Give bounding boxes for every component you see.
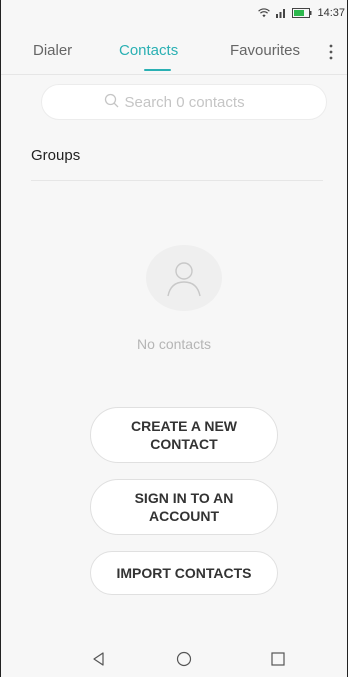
tab-favourites[interactable]: Favourites [230,42,300,59]
divider [31,180,323,181]
status-bar: 14:37 [1,0,347,26]
signal-icon [275,8,287,18]
search-bar[interactable] [41,84,327,120]
wifi-icon [258,8,271,18]
battery-icon [292,8,312,18]
create-contact-button[interactable]: CREATE A NEW CONTACT [90,407,278,463]
tab-dialer[interactable]: Dialer [33,42,72,59]
search-icon [104,93,119,112]
active-tab-indicator [144,69,171,71]
groups-item[interactable]: Groups [31,147,80,164]
more-options-icon[interactable] [325,43,337,61]
tab-contacts[interactable]: Contacts [119,42,178,59]
recent-apps-icon[interactable] [268,649,288,669]
import-contacts-button[interactable]: IMPORT CONTACTS [90,551,278,595]
tab-bar: Dialer Contacts Favourites [1,28,347,75]
back-icon[interactable] [89,649,109,669]
sign-in-account-button[interactable]: SIGN IN TO AN ACCOUNT [90,479,278,535]
status-time: 14:37 [317,7,345,19]
person-icon [146,245,222,311]
navigation-bar [1,640,347,677]
search-input[interactable] [124,93,265,111]
contacts-screen: 14:37 Dialer Contacts Favourites Groups [0,0,348,677]
home-icon[interactable] [174,649,194,669]
empty-state-text: No contacts [137,336,211,352]
